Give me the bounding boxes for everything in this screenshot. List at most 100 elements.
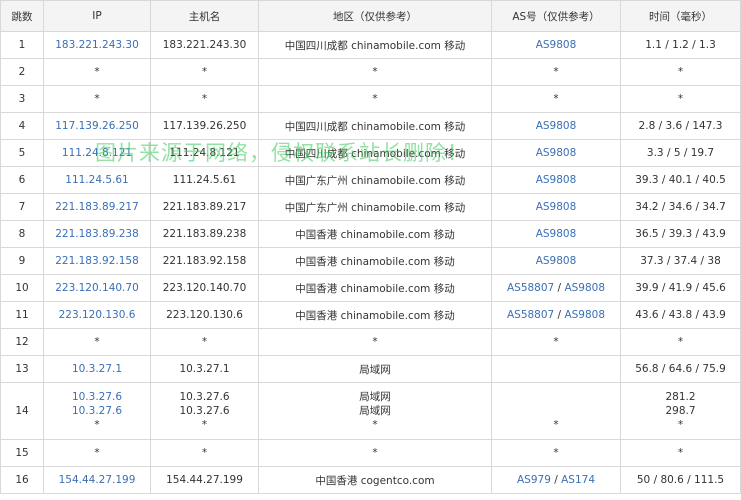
hostname-cell: * <box>150 439 259 467</box>
ip-cell-link[interactable]: 117.139.26.250 <box>55 120 139 132</box>
time-cell: * <box>620 328 741 356</box>
hostname-cell: 111.24.8.121 <box>150 139 259 167</box>
ip-cell-link[interactable]: 221.183.92.158 <box>55 255 139 267</box>
hostname-cell-text: 117.139.26.250 <box>162 120 247 132</box>
region-cell: 中国香港 cogentco.com <box>258 466 492 494</box>
as-link[interactable]: AS9808 <box>564 282 605 294</box>
time-cell: 36.5 / 39.3 / 43.9 <box>620 220 741 248</box>
as-link[interactable]: AS9808 <box>564 309 605 321</box>
ip-cell-link[interactable]: 10.3.27.6 <box>45 404 150 418</box>
as-link[interactable]: AS9808 <box>536 201 577 213</box>
ip-cell-text: * <box>94 66 100 78</box>
region-cell-text: * <box>372 447 378 459</box>
ip-cell: * <box>43 85 151 113</box>
ip-cell: 221.183.89.217 <box>43 193 151 221</box>
ip-cell: 111.24.5.61 <box>43 166 151 194</box>
hostname-cell: 117.139.26.250 <box>150 112 259 140</box>
as-link[interactable]: AS9808 <box>536 39 577 51</box>
region-cell-text: 中国四川成都 chinamobile.com 移动 <box>284 120 466 133</box>
region-cell-text: 中国四川成都 chinamobile.com 移动 <box>284 147 466 160</box>
time-cell: 3.3 / 5 / 19.7 <box>620 139 741 167</box>
header-hop: 跳数 <box>0 0 44 32</box>
as-link[interactable]: AS9808 <box>536 120 577 132</box>
hostname-cell: * <box>150 328 259 356</box>
time-cell: * <box>620 85 741 113</box>
time-cell: 43.6 / 43.8 / 43.9 <box>620 301 741 329</box>
as-cell <box>491 355 621 383</box>
as-cell-text <box>493 404 620 418</box>
time-cell-text: 2.8 / 3.6 / 147.3 <box>638 120 723 132</box>
ip-cell-link[interactable]: 223.120.130.6 <box>59 309 136 321</box>
ip-cell-link[interactable]: 154.44.27.199 <box>59 474 136 486</box>
region-cell-text: 中国广东广州 chinamobile.com 移动 <box>284 201 466 214</box>
ip-cell-link[interactable]: 111.24.8.121 <box>62 147 132 159</box>
as-separator: / <box>554 282 565 294</box>
time-cell: 1.1 / 1.2 / 1.3 <box>620 31 741 59</box>
ip-cell-text: * <box>94 447 100 459</box>
as-cell-text: * <box>553 419 559 431</box>
time-cell: 39.9 / 41.9 / 45.6 <box>620 274 741 302</box>
table-row: 6 111.24.5.61 111.24.5.61 中国广东广州 chinamobil… <box>0 166 741 194</box>
region-cell: 中国香港 chinamobile.com 移动 <box>258 301 492 329</box>
time-cell-text: * <box>677 336 684 348</box>
hop-cell: 8 <box>0 220 44 248</box>
ip-cell: 154.44.27.199 <box>43 466 151 494</box>
as-link[interactable]: AS979 <box>517 474 551 486</box>
ip-cell-text: * <box>94 419 100 431</box>
hop-cell: 2 <box>0 58 44 86</box>
as-cell: AS9808 <box>491 247 621 275</box>
time-cell: 56.8 / 64.6 / 75.9 <box>620 355 741 383</box>
table-row: 14 10.3.27.6 10.3.27.6 * 10.3.27.6 10.3.27.6 *… <box>0 382 741 440</box>
region-cell-text: 中国香港 chinamobile.com 移动 <box>295 309 455 322</box>
table-row: 5 111.24.8.121 111.24.8.121 中国四川成都 chinamob… <box>0 139 741 167</box>
ip-cell-link[interactable]: 10.3.27.1 <box>72 363 122 375</box>
region-cell-text: 中国香港 chinamobile.com 移动 <box>295 255 455 268</box>
ip-cell-link[interactable]: 221.183.89.217 <box>55 201 139 213</box>
hostname-cell: 221.183.89.217 <box>150 193 259 221</box>
table-row: 15 * * * * * <box>0 439 741 467</box>
hop-cell: 7 <box>0 193 44 221</box>
as-cell: * <box>491 382 621 440</box>
hop-cell: 3 <box>0 85 44 113</box>
time-cell-text: 39.3 / 40.1 / 40.5 <box>635 174 726 186</box>
ip-cell: 221.183.89.238 <box>43 220 151 248</box>
region-cell: * <box>258 58 492 86</box>
as-cell-text: * <box>553 447 559 459</box>
as-cell: AS58807 / AS9808 <box>491 301 621 329</box>
ip-cell-link[interactable]: 111.24.5.61 <box>65 174 128 186</box>
ip-cell: 111.24.8.121 <box>43 139 151 167</box>
as-separator: / <box>550 474 562 486</box>
ip-cell: * <box>43 58 151 86</box>
table-row: 12 * * * * * <box>0 328 741 356</box>
ip-cell-link[interactable]: 221.183.89.238 <box>55 228 139 240</box>
as-link[interactable]: AS58807 <box>507 309 554 321</box>
as-link[interactable]: AS174 <box>561 474 595 486</box>
ip-cell: 221.183.92.158 <box>43 247 151 275</box>
ip-cell-link[interactable]: 183.221.243.30 <box>55 39 139 51</box>
ip-cell: 10.3.27.6 10.3.27.6 * <box>43 382 151 440</box>
time-cell: 39.3 / 40.1 / 40.5 <box>620 166 741 194</box>
as-link[interactable]: AS9808 <box>536 174 577 186</box>
as-cell: * <box>491 328 621 356</box>
ip-cell: * <box>43 439 151 467</box>
time-cell-text: 37.3 / 37.4 / 38 <box>640 255 721 267</box>
as-link[interactable]: AS9808 <box>536 147 577 159</box>
ip-cell-link[interactable]: 10.3.27.6 <box>45 390 150 404</box>
table-row: 16 154.44.27.199 154.44.27.199 中国香港 cogentc… <box>0 466 741 494</box>
time-cell: 37.3 / 37.4 / 38 <box>620 247 741 275</box>
ip-cell-text: * <box>94 336 100 348</box>
time-cell-text: * <box>677 66 684 78</box>
ip-cell-link[interactable]: 223.120.140.70 <box>55 282 139 294</box>
table-row: 7 221.183.89.217 221.183.89.217 中国广东广州 chin… <box>0 193 741 221</box>
time-cell: 281.2 298.7 * <box>620 382 741 440</box>
table-row: 1 183.221.243.30 183.221.243.30 中国四川成都 chin… <box>0 31 741 59</box>
hostname-cell: 221.183.89.238 <box>150 220 259 248</box>
as-link[interactable]: AS58807 <box>507 282 554 294</box>
table-row: 10 223.120.140.70 223.120.140.70 中国香港 china… <box>0 274 741 302</box>
hop-cell: 16 <box>0 466 44 494</box>
region-cell-text: 局域网 <box>359 391 391 403</box>
as-link[interactable]: AS9808 <box>536 255 577 267</box>
hostname-cell-text: * <box>201 93 208 105</box>
as-link[interactable]: AS9808 <box>536 228 577 240</box>
hop-cell: 11 <box>0 301 44 329</box>
